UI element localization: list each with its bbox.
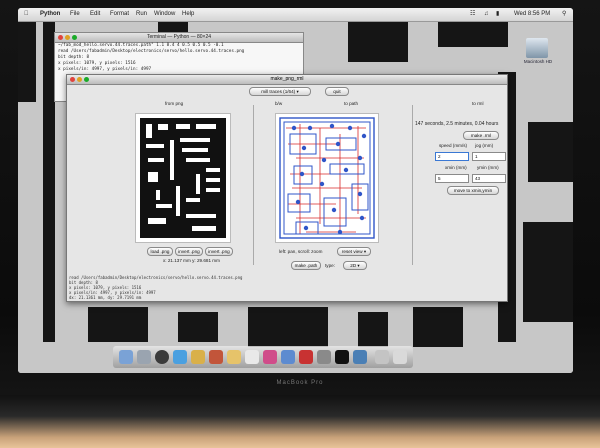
type-dropdown-value: 2D <box>350 263 357 268</box>
load-png-button[interactable]: load .png <box>147 247 173 256</box>
close-icon[interactable] <box>70 77 75 82</box>
apple-icon[interactable]:  <box>24 8 29 21</box>
make-path-button[interactable]: make .path <box>291 261 321 270</box>
chevron-down-icon: ▾ <box>357 263 360 268</box>
hard-drive-label: Macintosh HD <box>523 59 553 64</box>
window-title: make_png_rml <box>270 76 304 82</box>
menu-bar:  Python File Edit Format Run Window Hel… <box>18 8 573 22</box>
ymin-label: ymin (mm) <box>477 165 499 170</box>
screen:  Python File Edit Format Run Window Hel… <box>18 8 573 373</box>
minimize-icon[interactable] <box>65 35 70 40</box>
menu-window[interactable]: Window <box>154 8 175 21</box>
divider <box>253 105 254 265</box>
address-book-icon[interactable] <box>227 350 241 364</box>
python-icon[interactable] <box>353 350 367 364</box>
divider <box>412 105 413 265</box>
itunes-icon[interactable] <box>263 350 277 364</box>
reset-view-button[interactable]: reset view ▾ <box>337 247 371 256</box>
path-preview <box>275 113 379 243</box>
invert-png-button-2[interactable]: invert .png <box>205 247 233 256</box>
type-dropdown[interactable]: 2D ▾ <box>343 261 367 270</box>
zoom-icon[interactable] <box>72 35 77 40</box>
downloads-icon[interactable] <box>375 350 389 364</box>
menubar-clock[interactable]: Wed 8:56 PM <box>514 8 550 21</box>
menu-edit[interactable]: Edit <box>90 8 100 21</box>
png-traces-image <box>140 118 226 238</box>
trash-icon[interactable] <box>393 350 407 364</box>
laptop-brand-label: MacBook Pro <box>276 380 324 386</box>
mode-dropdown-value: mill traces (1/64) <box>261 89 296 94</box>
system-preferences-icon[interactable] <box>317 350 331 364</box>
chevron-down-icon: ▾ <box>363 249 367 254</box>
spotlight-icon[interactable]: ⚲ <box>562 8 566 21</box>
menu-file[interactable]: File <box>70 8 80 21</box>
window-titlebar[interactable]: make_png_rml <box>67 75 507 85</box>
mail-icon[interactable] <box>191 350 205 364</box>
log-line: dx: 21.1361 mm, dy: 29.7191 mm <box>69 295 142 300</box>
terminal-titlebar[interactable]: Terminal — Python — 80×24 <box>55 33 303 43</box>
dimensions-readout: x: 21.137 mm y: 29.681 mm <box>163 258 220 263</box>
move-to-xmin-ymin-button[interactable]: move to xmin,ymin <box>447 186 499 195</box>
chevron-down-icon: ▾ <box>296 89 299 94</box>
finder-icon[interactable] <box>119 350 133 364</box>
jog-label: jog (mm) <box>475 143 494 148</box>
laptop-base <box>0 395 600 448</box>
zoom-icon[interactable] <box>84 77 89 82</box>
photo-booth-icon[interactable] <box>209 350 223 364</box>
close-icon[interactable] <box>58 35 63 40</box>
mode-dropdown[interactable]: mill traces (1/64) ▾ <box>249 87 311 96</box>
dock <box>113 346 413 368</box>
mission-control-icon[interactable] <box>155 350 169 364</box>
type-label: type: <box>325 263 335 268</box>
speed-label: speed (mm/s) <box>439 143 468 148</box>
log-output: read /Users/fabadmin/Desktop/electronics… <box>69 275 279 300</box>
time-estimate: 147 seconds, 2.5 minutes, 0.04 hours <box>415 121 499 127</box>
make-png-rml-window[interactable]: make_png_rml mill traces (1/64) ▾ quit f… <box>66 74 508 302</box>
terminal-line: x pixels/in: 4997, y pixels/in: 4997 <box>58 67 152 72</box>
make-rml-button[interactable]: make .rml <box>463 131 499 140</box>
wifi-icon[interactable]: ☷ <box>470 8 475 21</box>
terminal-icon[interactable] <box>335 350 349 364</box>
png-preview <box>135 113 231 243</box>
menu-format[interactable]: Format <box>110 8 129 21</box>
xmin-label: xmin (mm) <box>445 165 467 170</box>
from-png-label: from png <box>165 101 184 106</box>
battery-icon[interactable]: ▮ <box>496 8 499 21</box>
pan-zoom-hint: left: pan, scroll: zoom <box>279 249 323 254</box>
to-path-label: to path <box>344 101 359 106</box>
menu-run[interactable]: Run <box>136 8 147 21</box>
hard-drive-icon[interactable] <box>526 38 548 58</box>
safari-icon[interactable] <box>173 350 187 364</box>
xmin-input[interactable]: 5 <box>435 174 469 183</box>
bw-label: b/w <box>275 101 283 106</box>
speed-input[interactable]: 2 <box>435 152 469 161</box>
minimize-icon[interactable] <box>77 77 82 82</box>
photos-icon[interactable] <box>299 350 313 364</box>
menu-help[interactable]: Help <box>182 8 194 21</box>
app-menu[interactable]: Python <box>40 8 60 21</box>
terminal-title: Terminal — Python — 80×24 <box>146 34 212 40</box>
quit-button[interactable]: quit <box>325 87 349 96</box>
to-rml-label: to rml <box>472 101 484 106</box>
ymin-input[interactable]: 43 <box>472 174 506 183</box>
jog-input[interactable]: 1 <box>472 152 506 161</box>
calendar-icon[interactable] <box>245 350 259 364</box>
invert-png-button[interactable]: invert .png <box>175 247 203 256</box>
dashboard-icon[interactable] <box>137 350 151 364</box>
app-store-icon[interactable] <box>281 350 295 364</box>
reset-view-label: reset view <box>341 249 363 254</box>
toolpath-image <box>279 117 375 239</box>
volume-icon[interactable]: ♫ <box>484 8 489 21</box>
